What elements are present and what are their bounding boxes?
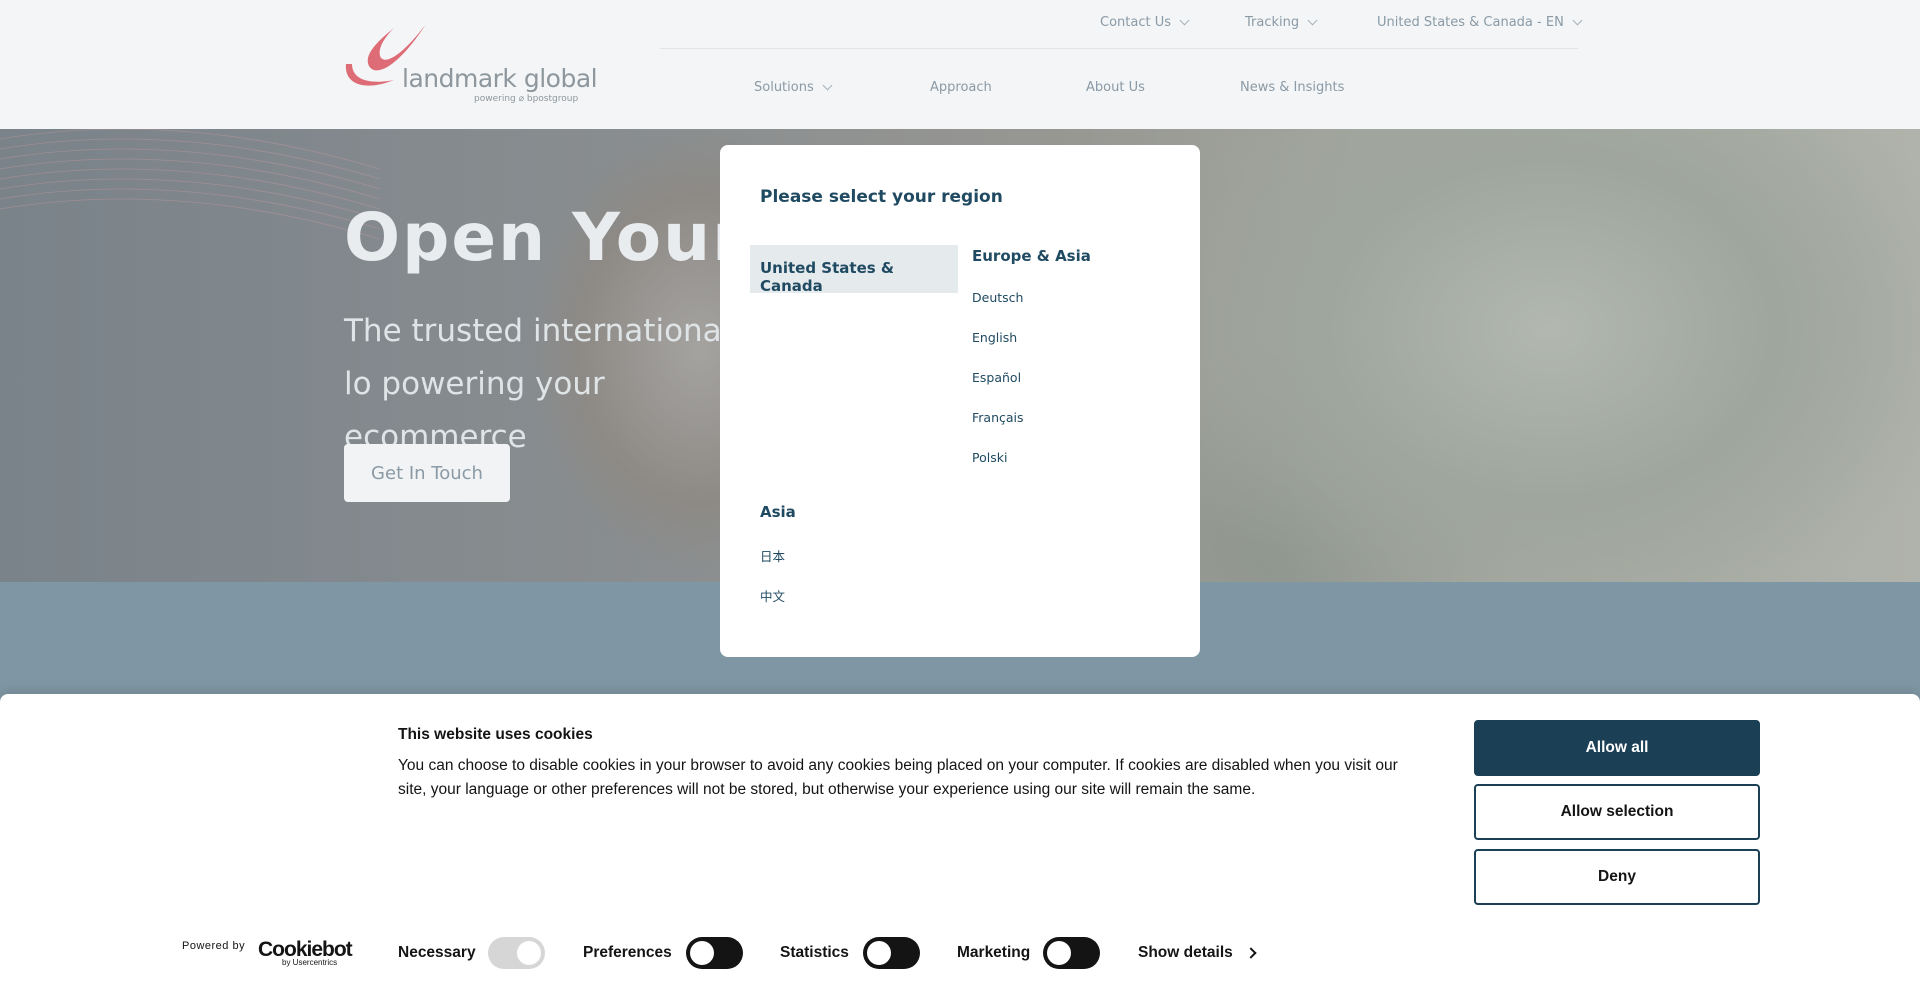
main-nav-label: News & Insights (1240, 80, 1345, 95)
top-nav-region-selector[interactable]: United States & Canada - EN (1377, 15, 1583, 30)
top-nav-label: United States & Canada - EN (1377, 15, 1564, 30)
top-nav-label: Tracking (1245, 15, 1300, 30)
cookie-banner-text: You can choose to disable cookies in you… (398, 757, 1398, 798)
chevron-right-icon (1245, 947, 1257, 959)
top-nav-label: Contact Us (1100, 15, 1171, 30)
region-option-us-canada[interactable]: United States & Canada (750, 245, 958, 295)
category-label-marketing: Marketing (957, 944, 1031, 961)
top-nav: Contact Us Tracking United States & Cana… (0, 0, 1920, 48)
toggle-necessary (488, 937, 545, 969)
language-option-deutsch[interactable]: Deutsch (972, 290, 1023, 305)
toggle-marketing[interactable] (1043, 937, 1100, 969)
region-group-asia: Asia (760, 503, 796, 521)
category-label-statistics: Statistics (780, 944, 849, 961)
region-select-modal: Please select your region United States … (720, 145, 1200, 657)
toggle-statistics[interactable] (863, 937, 920, 969)
main-nav-approach[interactable]: Approach (930, 80, 992, 95)
main-nav-label: Approach (930, 80, 992, 95)
language-option-chinese[interactable]: 中文 (760, 586, 785, 605)
language-option-francais[interactable]: Français (972, 410, 1024, 425)
deny-button[interactable]: Deny (1474, 849, 1760, 905)
chevron-down-icon (1572, 15, 1583, 26)
category-label-preferences: Preferences (583, 944, 672, 961)
powered-by-label: Powered by (182, 940, 246, 952)
language-option-english[interactable]: English (972, 330, 1017, 345)
main-nav-label: About Us (1086, 80, 1145, 95)
cookiebot-logo-subtext: by Usercentrics (282, 958, 338, 967)
cookie-consent-banner: This website uses cookies You can choose… (0, 694, 1920, 993)
region-group-europe-asia: Europe & Asia (972, 247, 1091, 265)
show-details-label: Show details (1138, 944, 1233, 961)
chevron-down-icon (822, 80, 833, 91)
allow-all-button[interactable]: Allow all (1474, 720, 1760, 776)
get-in-touch-button[interactable]: Get In Touch (344, 444, 510, 502)
top-nav-contact-us[interactable]: Contact Us (1100, 15, 1190, 30)
site-header: landmark global powering ⌀ bpostgroup Co… (0, 0, 1920, 129)
nav-divider (660, 48, 1578, 49)
modal-title: Please select your region (760, 187, 1003, 207)
language-option-japanese[interactable]: 日本 (760, 546, 785, 565)
logo-subtext: powering ⌀ bpostgroup (474, 94, 579, 104)
toggle-preferences[interactable] (686, 937, 743, 969)
logo-text: landmark global (402, 64, 598, 93)
decorative-arcs (0, 129, 380, 240)
category-label-necessary: Necessary (398, 944, 476, 961)
hero-subtitle: The trusted international lo powering yo… (344, 313, 731, 455)
cookie-banner-title: This website uses cookies (398, 726, 593, 743)
chevron-down-icon (1179, 15, 1190, 26)
language-option-polski[interactable]: Polski (972, 450, 1007, 465)
allow-selection-button[interactable]: Allow selection (1474, 784, 1760, 840)
language-option-espanol[interactable]: Español (972, 370, 1021, 385)
chevron-down-icon (1307, 15, 1318, 26)
main-nav-news-insights[interactable]: News & Insights (1240, 80, 1344, 95)
main-nav-about-us[interactable]: About Us (1086, 80, 1145, 95)
top-nav-tracking[interactable]: Tracking (1245, 15, 1318, 30)
main-nav-solutions[interactable]: Solutions (754, 80, 833, 95)
show-details-link[interactable]: Show details (1138, 944, 1257, 962)
main-nav-label: Solutions (754, 80, 814, 95)
